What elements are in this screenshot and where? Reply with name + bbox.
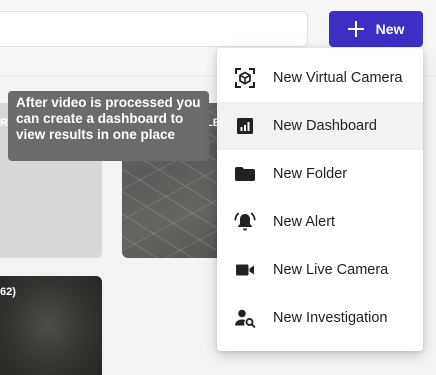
camera-card-title: R [0,117,8,129]
new-button-label: New [375,21,405,37]
menu-item-label: New Alert [273,214,336,230]
menu-item-label: New Virtual Camera [273,70,403,86]
folder-icon [233,162,257,186]
menu-item-label: New Live Camera [273,262,389,278]
menu-item-new-live-camera[interactable]: New Live Camera [217,246,423,294]
plus-icon [347,21,364,37]
menu-item-new-dashboard[interactable]: New Dashboard [217,102,423,150]
bell-alert-icon [233,210,257,234]
camera-card[interactable]: 62) [0,276,102,375]
dashboard-icon [233,114,257,138]
menu-item-new-investigation[interactable]: New Investigation [217,294,423,342]
virtual-camera-icon [233,66,257,90]
onboarding-tooltip: After video is processed you can create … [8,91,209,161]
menu-item-label: New Investigation [273,310,388,326]
video-camera-icon [233,258,257,282]
person-search-icon [233,306,257,330]
menu-item-new-virtual-camera[interactable]: New Virtual Camera [217,54,423,102]
menu-item-new-folder[interactable]: New Folder [217,150,423,198]
menu-item-new-alert[interactable]: New Alert [217,198,423,246]
menu-item-label: New Folder [273,166,348,182]
search-input[interactable] [0,11,308,47]
menu-item-label: New Dashboard [273,118,377,134]
camera-card-title: 62) [0,286,16,298]
new-button[interactable]: New [329,11,423,47]
new-item-menu: New Virtual Camera New Dashboard New Fol… [217,48,423,351]
tooltip-text: After video is processed you can create … [16,95,201,142]
